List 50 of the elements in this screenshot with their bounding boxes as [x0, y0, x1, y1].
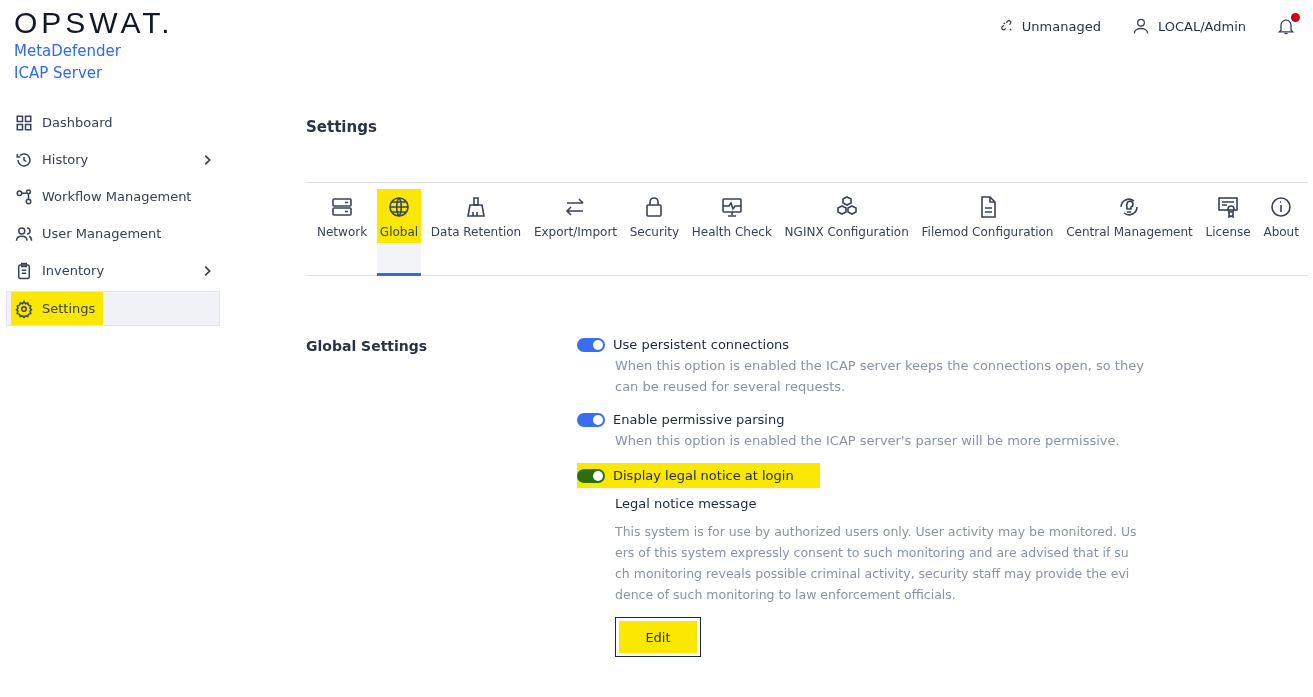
- sidebar-item[interactable]: User Management: [6, 217, 220, 250]
- toggle-switch[interactable]: [577, 337, 605, 352]
- sidebar-item[interactable]: Workflow Management: [6, 180, 220, 213]
- company-logo: OPSWAT.: [14, 6, 175, 40]
- settings-tab[interactable]: Data Retention: [427, 183, 525, 276]
- product-name: MetaDefender: [14, 41, 122, 62]
- broom-icon: [464, 195, 488, 219]
- legal-notice-title: Legal notice message: [615, 496, 758, 511]
- settings-tab[interactable]: Network: [314, 183, 371, 276]
- sidebar-item[interactable]: Dashboard: [6, 106, 220, 139]
- settings-tab[interactable]: NGINX Configuration: [781, 183, 912, 276]
- settings-tab[interactable]: Security: [626, 183, 683, 276]
- settings-tab[interactable]: Export/Import: [530, 183, 621, 276]
- sidebar-item[interactable]: Settings: [6, 291, 220, 326]
- toggle-switch[interactable]: [577, 468, 605, 483]
- settings-tab[interactable]: Filemod Configuration: [918, 183, 1057, 276]
- settings-tab[interactable]: Health Check: [688, 183, 775, 276]
- users-icon: [15, 224, 33, 243]
- managed-status[interactable]: Unmanaged: [999, 18, 1101, 34]
- option-description: can be reused for several requests.: [615, 378, 847, 396]
- product-name: ICAP Server: [14, 63, 104, 84]
- legal-notice-text: This system is for use by authorized users only. User activity may be monitored. Us: [615, 523, 1138, 541]
- clipboard-icon: [15, 261, 33, 280]
- legal-notice-text: ch monitoring reveals possible criminal activity, security staff may provide the evi: [615, 565, 1131, 583]
- monitor-pulse-icon: [719, 195, 744, 219]
- user-menu[interactable]: LOCAL/Admin: [1130, 16, 1246, 36]
- history-icon: [15, 150, 33, 169]
- sidebar-item[interactable]: History: [6, 143, 220, 176]
- option-description: When this option is enabled the ICAP server keeps the connections open, so they: [615, 357, 1144, 375]
- info-icon: [1269, 195, 1294, 219]
- legal-notice-text: dence of such monitoring to law enforcement officials.: [615, 586, 957, 604]
- section-title: Global Settings: [306, 338, 429, 356]
- grid-icon: [15, 113, 33, 132]
- globe-icon: [386, 195, 411, 219]
- workflow-icon: [15, 187, 33, 206]
- sidebar-item[interactable]: Inventory: [6, 254, 220, 287]
- legal-notice-text: ers of this system expressly consent to such monitoring and are advised that if su: [615, 544, 1130, 562]
- settings-tab[interactable]: License: [1202, 183, 1254, 276]
- settings-tab[interactable]: Central Management: [1063, 183, 1196, 276]
- option-label: Use persistent connections: [613, 337, 790, 352]
- toggle-switch[interactable]: [577, 412, 605, 427]
- option-label: Display legal notice at login: [613, 468, 794, 483]
- gear-icon: [15, 299, 33, 318]
- edit-button[interactable]: Edit: [615, 617, 701, 657]
- certificate-icon: [1216, 195, 1241, 219]
- server-icon: [330, 195, 355, 219]
- page-title: Settings: [306, 118, 378, 136]
- settings-tab[interactable]: About: [1260, 183, 1302, 276]
- option-label: Enable permissive parsing: [613, 412, 785, 427]
- option-description: When this option is enabled the ICAP server's parser will be more permissive.: [615, 432, 1121, 450]
